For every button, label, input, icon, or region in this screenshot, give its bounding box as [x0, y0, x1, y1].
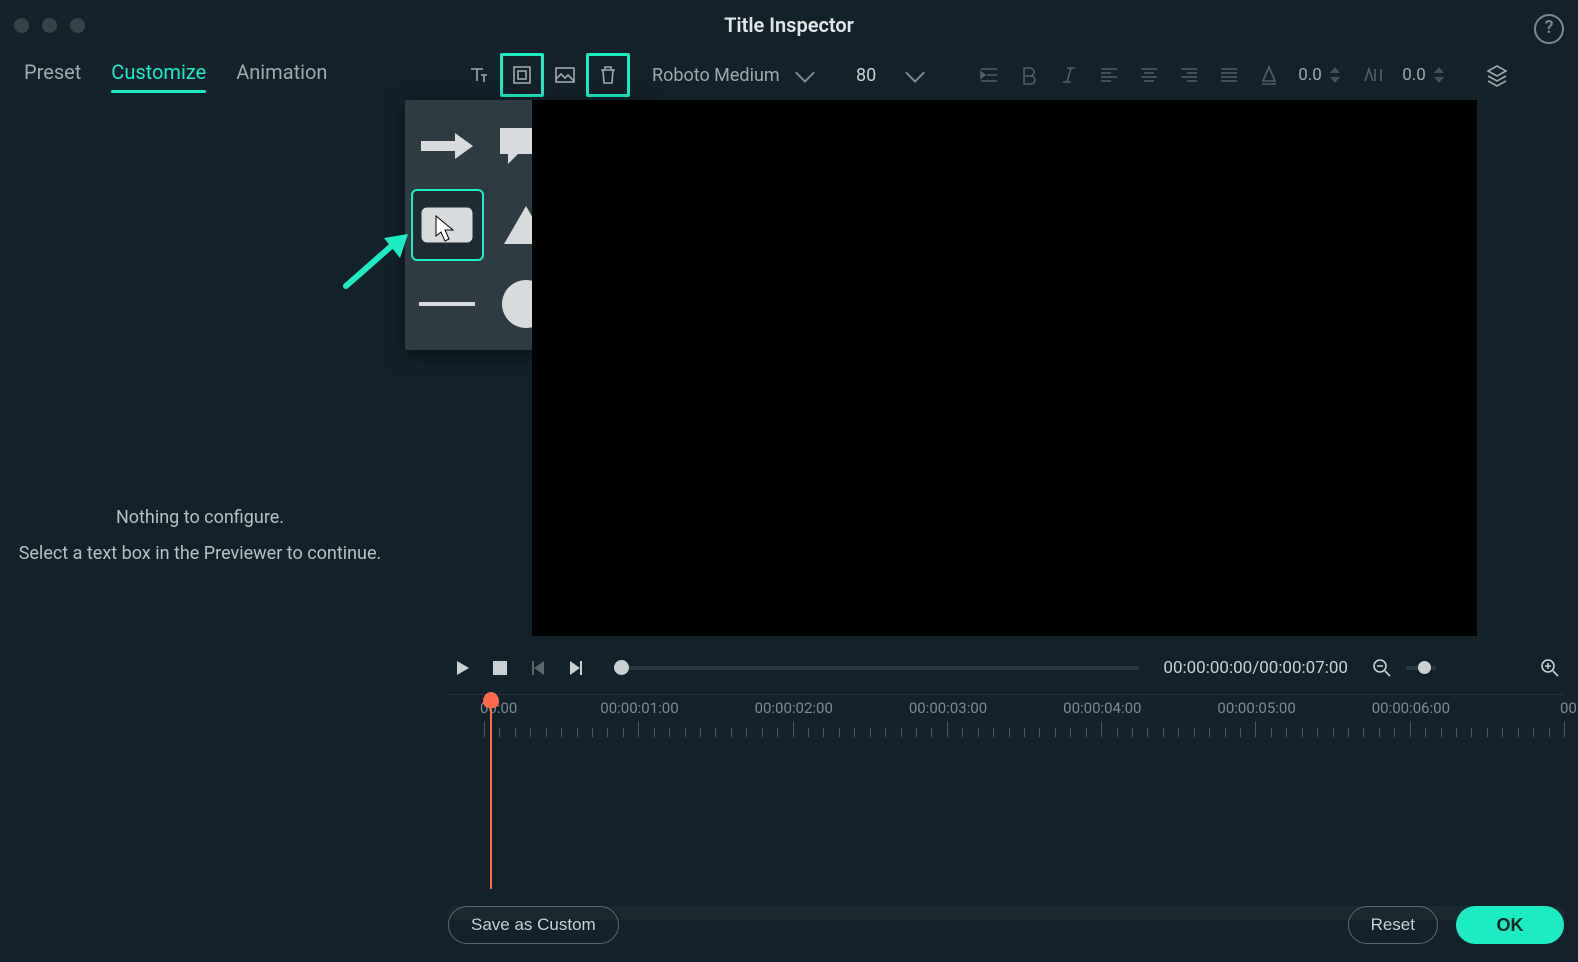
side-panel: Nothing to configure. Select a text box …	[0, 100, 400, 962]
zoom-in-icon	[1540, 658, 1560, 678]
text-tool-icon	[467, 63, 491, 87]
align-left-icon	[1097, 63, 1121, 87]
align-left-button[interactable]	[1090, 56, 1128, 94]
ruler-label: 00:00	[1560, 699, 1578, 717]
playhead[interactable]	[490, 692, 506, 739]
bold-button[interactable]	[1010, 56, 1048, 94]
playback-bar: 00:00:00:00/00:00:07:00	[448, 648, 1564, 688]
shape-rounded-rect[interactable]	[411, 189, 484, 262]
zoom-out-icon	[1372, 658, 1392, 678]
indent-icon	[977, 63, 1001, 87]
step-back-button[interactable]	[524, 654, 552, 682]
font-family-dropdown[interactable]: Roboto Medium	[642, 58, 822, 92]
preview-canvas[interactable]	[532, 100, 1477, 636]
line-icon	[419, 300, 475, 308]
minimize-dot[interactable]	[42, 18, 57, 33]
chevron-down-icon	[795, 63, 815, 83]
stop-button[interactable]	[486, 654, 514, 682]
align-justify-button[interactable]	[1210, 56, 1248, 94]
text-color-icon	[1257, 63, 1281, 87]
italic-button[interactable]	[1050, 56, 1088, 94]
line-spacing-stepper[interactable]	[1434, 60, 1450, 90]
step-forward-button[interactable]	[562, 654, 590, 682]
ruler-label: 00:00:03:00	[909, 699, 987, 717]
kerning-icon	[1361, 63, 1385, 87]
mode-tabs: Preset Customize Animation	[24, 60, 327, 103]
char-spacing-stepper[interactable]	[1330, 60, 1346, 90]
stop-icon	[493, 661, 507, 675]
ok-button[interactable]: OK	[1456, 906, 1564, 944]
indent-button[interactable]	[970, 56, 1008, 94]
scrubber-track[interactable]	[614, 666, 1139, 670]
bold-icon	[1017, 63, 1041, 87]
ruler-label: 00:00:04:00	[1063, 699, 1141, 717]
zoom-in-button[interactable]	[1536, 654, 1564, 682]
timeline[interactable]: 00:0000:00:01:0000:00:02:0000:00:03:0000…	[448, 694, 1564, 892]
reset-button[interactable]: Reset	[1348, 906, 1438, 944]
empty-message-line1: Nothing to configure.	[116, 500, 284, 536]
image-tool-button[interactable]	[546, 56, 584, 94]
zoom-slider[interactable]	[1406, 666, 1436, 670]
font-size-dropdown[interactable]: 80	[846, 58, 932, 92]
empty-message-line2: Select a text box in the Previewer to co…	[19, 536, 382, 572]
window-title: Title Inspector	[724, 13, 854, 37]
kerning-button[interactable]	[1354, 56, 1392, 94]
font-size-value: 80	[856, 65, 876, 86]
play-icon	[454, 660, 470, 676]
shape-arrow-right[interactable]	[411, 110, 484, 183]
align-justify-icon	[1217, 63, 1241, 87]
arrow-right-icon	[419, 131, 475, 161]
text-tool-button[interactable]	[460, 56, 498, 94]
font-family-value: Roboto Medium	[652, 65, 780, 86]
step-back-icon	[530, 660, 546, 676]
image-tool-icon	[553, 63, 577, 87]
layers-button[interactable]	[1478, 56, 1516, 94]
window-controls[interactable]	[14, 18, 85, 33]
shapes-tool-icon	[510, 63, 534, 87]
chevron-down-icon	[905, 63, 925, 83]
tab-customize[interactable]: Customize	[111, 60, 206, 103]
toolbar: Roboto Medium 80 0.0 0.0	[400, 55, 1578, 95]
italic-icon	[1057, 63, 1081, 87]
timeline-ruler[interactable]: 00:0000:00:01:0000:00:02:0000:00:03:0000…	[448, 694, 1564, 739]
align-right-button[interactable]	[1170, 56, 1208, 94]
play-button[interactable]	[448, 654, 476, 682]
char-spacing-value: 0.0	[1290, 65, 1330, 85]
scrubber-handle[interactable]	[614, 660, 629, 675]
zoom-dot[interactable]	[70, 18, 85, 33]
text-color-button[interactable]	[1250, 56, 1288, 94]
footer: Save as Custom Reset OK	[448, 902, 1564, 948]
titlebar: Title Inspector ?	[0, 0, 1578, 50]
align-center-button[interactable]	[1130, 56, 1168, 94]
align-center-icon	[1137, 63, 1161, 87]
rounded-rect-icon	[421, 207, 473, 243]
step-forward-icon	[568, 660, 584, 676]
ruler-label: 00:00:02:00	[755, 699, 833, 717]
tab-animation[interactable]: Animation	[236, 60, 327, 103]
align-right-icon	[1177, 63, 1201, 87]
tab-preset[interactable]: Preset	[24, 60, 81, 103]
close-dot[interactable]	[14, 18, 29, 33]
layers-icon	[1485, 63, 1509, 87]
shapes-tool-button[interactable]	[500, 53, 544, 97]
save-as-custom-button[interactable]: Save as Custom	[448, 906, 619, 944]
zoom-handle[interactable]	[1418, 661, 1431, 674]
ruler-label: 00:00:06:00	[1372, 699, 1450, 717]
shape-line[interactable]	[411, 267, 484, 340]
line-spacing-value: 0.0	[1394, 65, 1434, 85]
trash-button[interactable]	[586, 53, 630, 97]
timecode-display: 00:00:00:00/00:00:07:00	[1163, 658, 1348, 678]
help-icon[interactable]: ?	[1534, 14, 1564, 44]
zoom-out-button[interactable]	[1368, 654, 1396, 682]
ruler-label: 00:00:01:00	[600, 699, 678, 717]
trash-icon	[596, 63, 620, 87]
ruler-label: 00:00:05:00	[1217, 699, 1295, 717]
